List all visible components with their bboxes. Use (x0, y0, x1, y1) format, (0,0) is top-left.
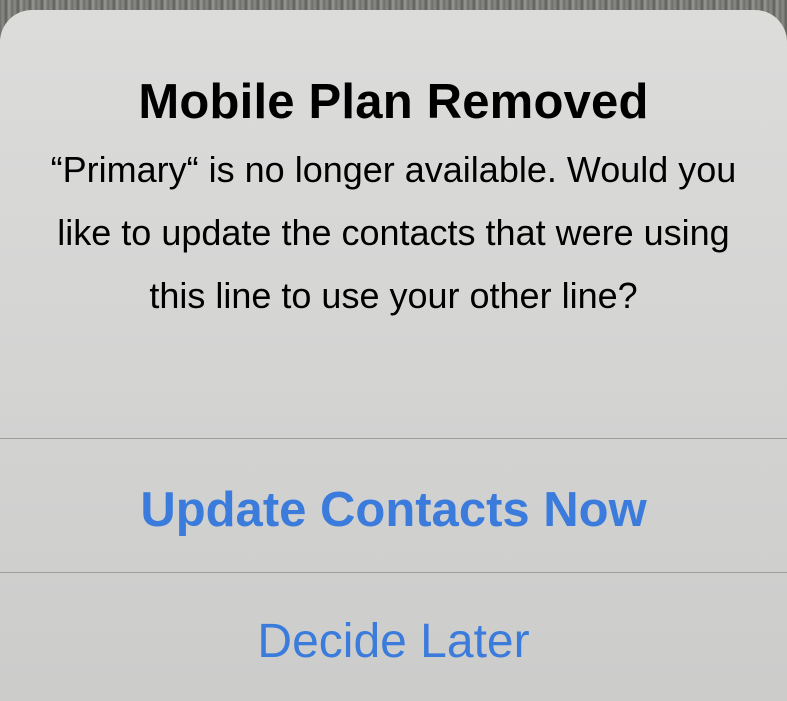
alert-dialog: Mobile Plan Removed “Primary“ is no long… (0, 10, 787, 701)
update-contacts-now-button[interactable]: Update Contacts Now (0, 439, 787, 572)
alert-message: “Primary“ is no longer available. Would … (50, 149, 737, 316)
alert-title: Mobile Plan Removed (138, 75, 649, 129)
decide-later-button[interactable]: Decide Later (0, 573, 787, 701)
